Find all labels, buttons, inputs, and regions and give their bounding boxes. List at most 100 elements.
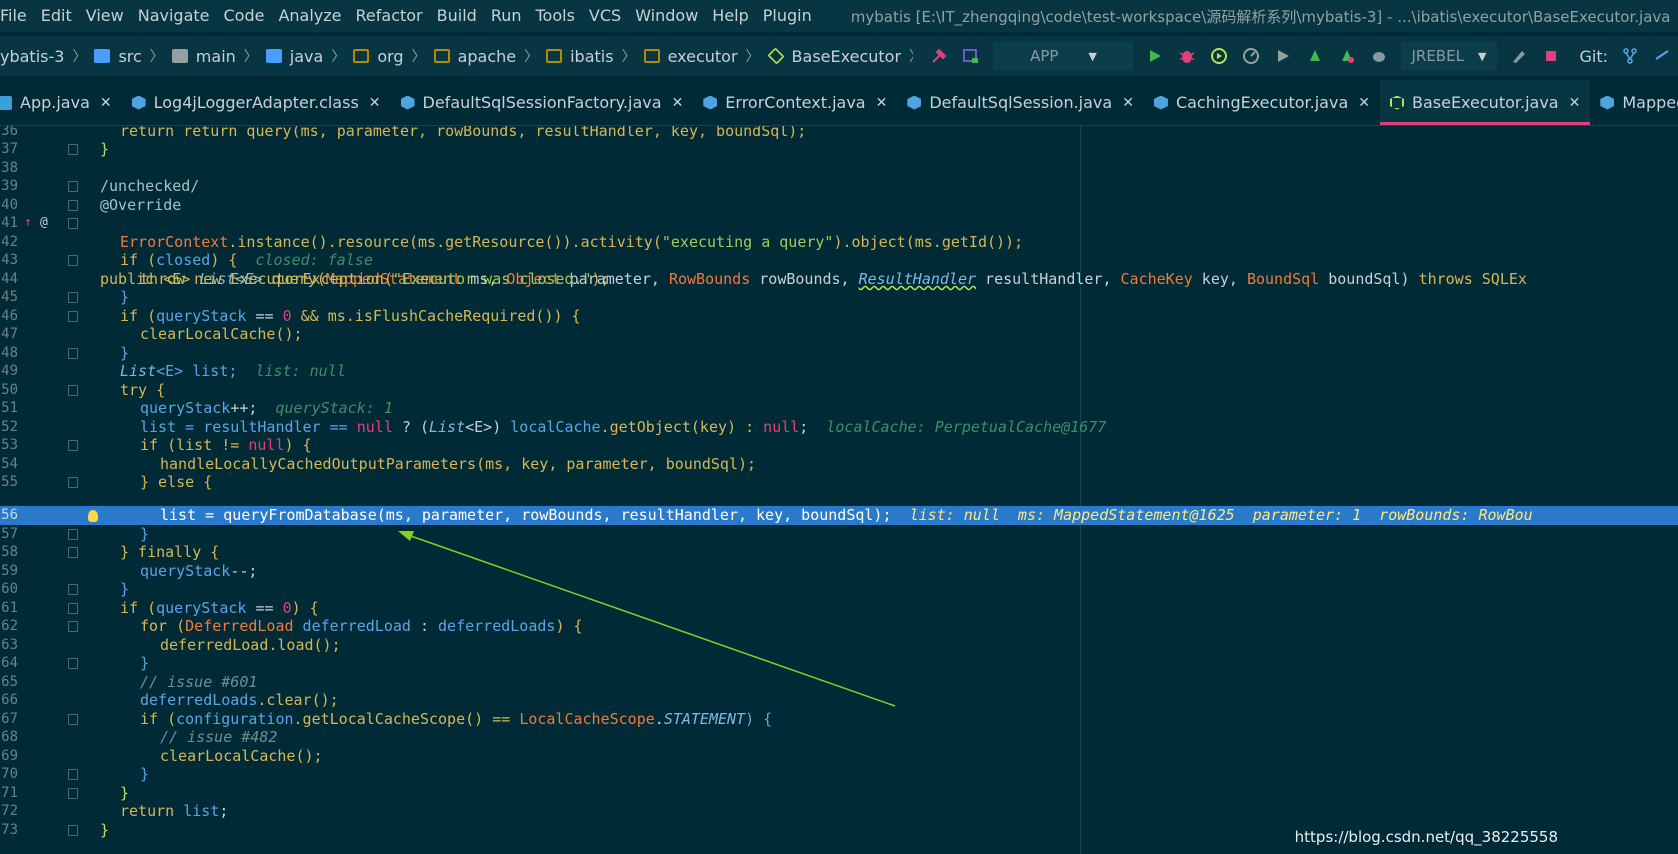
- fold-marker-icon[interactable]: [68, 477, 78, 488]
- jrebel-select[interactable]: JREBEL ▼: [1401, 42, 1498, 70]
- fold-marker-icon[interactable]: [68, 769, 78, 780]
- close-icon[interactable]: ✕: [369, 95, 381, 111]
- menu-refactor[interactable]: Refactor: [349, 0, 430, 32]
- tab-cachingexecutor[interactable]: CachingExecutor.java ✕: [1144, 80, 1380, 125]
- source-folder-icon: [94, 49, 111, 63]
- debug-inline-hint: localCache: PerpetualCache@1677: [826, 418, 1107, 436]
- fold-marker-icon[interactable]: [68, 529, 78, 540]
- code-editor[interactable]: 36 return return query(ms, parameter, row…: [0, 126, 1678, 854]
- coverage-icon[interactable]: [1203, 40, 1235, 72]
- fold-marker-icon[interactable]: [68, 440, 78, 451]
- code-l62-c: deferredLoad: [293, 617, 411, 635]
- tab-baseexecutor[interactable]: BaseExecutor.java ✕: [1379, 80, 1591, 125]
- fold-marker-icon[interactable]: [68, 292, 78, 303]
- fold-marker-icon[interactable]: [68, 311, 78, 322]
- fold-marker-icon[interactable]: [68, 218, 78, 229]
- tab-defaultsqlsession[interactable]: DefaultSqlSession.java ✕: [897, 80, 1144, 125]
- close-icon[interactable]: ✕: [876, 95, 888, 111]
- code-text: clearLocalCache();: [140, 325, 303, 344]
- line-number: 56: [1, 507, 18, 523]
- tab-mappedstatement[interactable]: MappedStatement.java: [1590, 80, 1678, 125]
- jrebel-debug-icon[interactable]: [1331, 40, 1363, 72]
- fold-marker-icon[interactable]: [68, 621, 78, 632]
- navigation-bar: ybatis-3 〉 src 〉 main 〉 java 〉 org 〉 apache 〉 …: [0, 36, 1678, 76]
- fold-marker-icon[interactable]: [68, 825, 78, 836]
- tab-defaultsqlsessionfactory[interactable]: DefaultSqlSessionFactory.java ✕: [391, 80, 694, 125]
- code-l67-b: configuration: [176, 710, 294, 728]
- breadcrumb-project[interactable]: ybatis-3 〉: [0, 46, 86, 66]
- build-hammer-icon[interactable]: [923, 40, 955, 72]
- line-number: 47: [1, 326, 18, 342]
- abstract-class-icon: [1389, 95, 1404, 110]
- breadcrumb-org[interactable]: org 〉: [353, 46, 426, 66]
- run-configuration-select[interactable]: APP ▼: [993, 42, 1134, 70]
- line-number: 53: [1, 437, 18, 453]
- line-number: 50: [1, 382, 18, 398]
- menu-navigate[interactable]: Navigate: [131, 0, 217, 32]
- git-push-icon[interactable]: [1646, 40, 1678, 72]
- breadcrumb-main[interactable]: main 〉: [171, 46, 258, 66]
- jrebel-run-icon[interactable]: [1299, 40, 1331, 72]
- breadcrumb-src[interactable]: src 〉: [94, 46, 164, 66]
- menu-vcs[interactable]: VCS: [582, 0, 628, 32]
- fold-marker-icon[interactable]: [68, 385, 78, 396]
- close-icon[interactable]: ✕: [1122, 95, 1134, 111]
- code-text: clearLocalCache();: [160, 747, 323, 766]
- fold-marker-icon[interactable]: [68, 584, 78, 595]
- breadcrumb-apache[interactable]: apache 〉: [433, 46, 538, 66]
- code-line: 53 if (list != null) {: [0, 436, 1678, 455]
- fold-marker-icon[interactable]: [68, 714, 78, 725]
- fold-marker-icon[interactable]: [68, 547, 78, 558]
- breadcrumb-baseexecutor[interactable]: BaseExecutor〉: [767, 46, 923, 66]
- fold-marker-icon[interactable]: [68, 603, 78, 614]
- fold-marker-icon[interactable]: [68, 200, 78, 211]
- tab-errorcontext[interactable]: ErrorContext.java ✕: [693, 80, 897, 125]
- close-icon[interactable]: ✕: [1358, 95, 1370, 111]
- package-icon: [353, 49, 370, 63]
- menu-analyze[interactable]: Analyze: [271, 0, 348, 32]
- menu-run[interactable]: Run: [484, 0, 529, 32]
- line-number: 37: [1, 141, 18, 157]
- fold-marker-icon[interactable]: [68, 788, 78, 799]
- close-icon[interactable]: ✕: [1569, 95, 1581, 111]
- menu-build[interactable]: Build: [430, 0, 484, 32]
- menu-tools[interactable]: Tools: [529, 0, 582, 32]
- code-l39: /unchecked/: [100, 177, 200, 195]
- stop-icon[interactable]: [1535, 40, 1567, 72]
- menu-file[interactable]: File: [0, 0, 34, 32]
- fold-marker-icon[interactable]: [68, 255, 78, 266]
- code-text: } finally {: [120, 543, 219, 562]
- breadcrumb-ibatis[interactable]: ibatis 〉: [546, 46, 636, 66]
- fold-marker-icon[interactable]: [68, 181, 78, 192]
- tab-log4jloggeradapter[interactable]: Log4jLoggerAdapter.class ✕: [122, 80, 391, 125]
- lightbulb-icon[interactable]: [88, 510, 98, 522]
- debug-inline-hint: list: null: [255, 362, 346, 380]
- menu-window[interactable]: Window: [628, 0, 705, 32]
- menu-view[interactable]: View: [79, 0, 131, 32]
- tab-app-java[interactable]: App.java ✕: [0, 80, 122, 125]
- fold-marker-icon[interactable]: [68, 348, 78, 359]
- menu-help[interactable]: Help: [705, 0, 755, 32]
- watermark-text: https://blog.csdn.net/qq_38225558: [1294, 828, 1558, 846]
- profiler-icon[interactable]: [1235, 40, 1267, 72]
- override-marker-icon[interactable]: ↑: [24, 214, 32, 233]
- menu-edit[interactable]: Edit: [34, 0, 79, 32]
- close-icon[interactable]: ✕: [100, 95, 112, 111]
- run-secondary-icon[interactable]: [1267, 40, 1299, 72]
- run-icon[interactable]: [1139, 40, 1171, 72]
- java-class-icon: [400, 95, 415, 110]
- breadcrumb-java[interactable]: java 〉: [265, 46, 345, 66]
- menu-plugin[interactable]: Plugin: [756, 0, 819, 32]
- fold-marker-icon[interactable]: [68, 144, 78, 155]
- attach-debugger-icon[interactable]: [1503, 40, 1535, 72]
- menu-code[interactable]: Code: [217, 0, 272, 32]
- dropdown-arrow-icon: ▼: [1477, 49, 1487, 63]
- code-text: List<E> list; list: null: [120, 362, 346, 381]
- fold-marker-icon[interactable]: [68, 658, 78, 669]
- close-icon[interactable]: ✕: [672, 95, 684, 111]
- jrebel-hand-icon[interactable]: [1363, 40, 1395, 72]
- line-number: 44: [1, 271, 18, 287]
- debug-icon[interactable]: [1171, 40, 1203, 72]
- breadcrumb-executor[interactable]: executor 〉: [643, 46, 760, 66]
- git-branch-icon[interactable]: [1614, 40, 1646, 72]
